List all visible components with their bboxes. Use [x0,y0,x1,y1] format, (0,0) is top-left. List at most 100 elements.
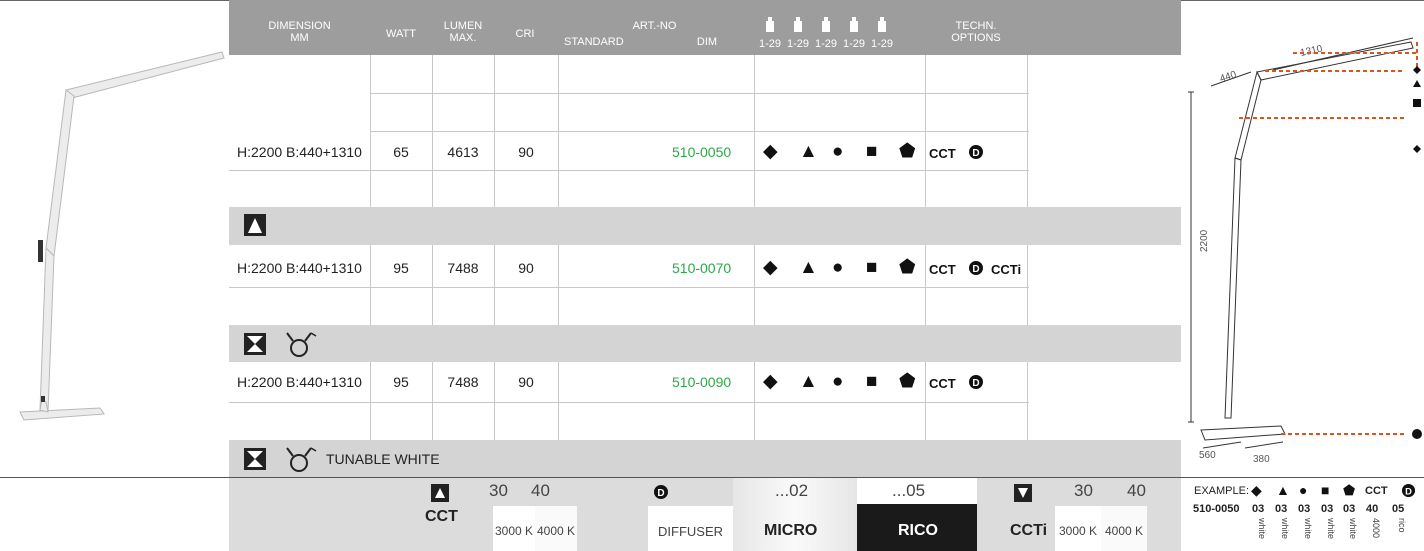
header-techn-label: TECHN. [955,20,997,32]
dim-icon-letter: D [972,148,979,159]
dim-icon: D [654,485,668,499]
band-label-tunable: TUNABLE WHITE [326,451,440,467]
product-lamp-image [19,51,225,421]
example-code-value: 03 [1252,503,1265,515]
row-divider [229,402,1029,403]
example-cct: CCT [1365,485,1388,497]
example-name: white [1257,518,1267,540]
example-label: EXAMPLE: [1194,485,1250,497]
cell-watt: 65 [393,144,409,160]
cell-cri: 90 [518,144,534,160]
ccti-label: CCTi [1010,522,1048,539]
header-lumen: LUMEN MAX. [432,20,494,44]
diamond-icon: ◆ [763,371,778,392]
column-divider [494,245,495,325]
circle-icon: ● [832,257,844,278]
dim-icon-letter: D [972,378,979,389]
cell-watt: 95 [393,374,409,390]
example-name: white [1280,518,1290,540]
cct-4000k: 4000 K [537,524,576,538]
header-dimension-unit: MM [290,32,309,44]
cct-label: CCT [425,508,458,525]
band-row-diffuse [229,207,1181,245]
row-divider [229,287,1029,288]
cell-artno: 510-0070 [672,260,732,276]
dim-icon: D [969,145,983,159]
triangle-icon: ▲ [799,141,818,162]
example-article: 510-0050 [1193,503,1240,515]
diamond-icon: ◆ [763,141,778,162]
spray-can-icon [850,17,858,32]
sensor-icon [286,332,317,357]
sensor-icon [286,447,317,472]
square-icon: ■ [866,371,878,392]
band-row-direct-indirect [229,325,1181,362]
range-label: 1-29 [814,38,838,50]
dim-440: 440 [1219,69,1239,85]
header-standard: STANDARD [564,36,624,48]
ccti-3000k: 3000 K [1059,524,1098,538]
dim-icon-letter: D [657,488,664,499]
column-divider [1027,245,1028,325]
example-code-value: 03 [1298,503,1311,515]
header-cri: CRI [515,28,535,40]
example-code-value: 03 [1321,503,1334,515]
spray-can-icon [822,17,830,32]
cell-artno: 510-0090 [672,374,732,390]
dim-2200: 2200 [1199,229,1210,252]
column-divider [754,245,755,325]
dim-icon: D [1401,483,1416,498]
cell-lumen: 7488 [447,374,479,390]
spray-can-icon [878,17,886,32]
cct-value-40: 40 [531,481,550,500]
diffuser-micro: MICRO [764,522,818,539]
triangle-icon: ▲ [799,371,818,392]
square-icon: ■ [866,141,878,162]
footer-legend: 30 40 CCT 3000 K 4000 K D DIFFUSER ...02… [229,478,1181,551]
cell-lumen: 4613 [447,144,479,160]
cct-value-30: 30 [489,481,508,500]
header-techn: TECHN. OPTIONS [926,20,1026,44]
square-icon: ■ [1321,482,1330,498]
ccti-4000k: 4000 K [1105,524,1144,538]
example-name: white [1303,518,1313,540]
dim-1310: 1310 [1299,43,1323,58]
header-artno: ART.-NO [632,20,677,32]
cell-dimension: H:2200 B:440+1310 [237,260,362,276]
ccti-value-40: 40 [1127,481,1146,500]
column-divider [432,245,433,325]
diffuser-label: DIFFUSER [658,524,723,539]
square-icon: ■ [866,257,878,278]
diamond-icon: ◆ [763,257,778,278]
dim-icon-letter: D [1405,486,1412,496]
header-lumen-label: LUMEN [443,20,483,32]
circle-icon: ● [832,141,844,162]
header-options-label: OPTIONS [951,32,1001,44]
range-label: 1-29 [842,38,866,50]
pentagon-icon: ⬟ [1343,482,1356,498]
example-code-value: 03 [1275,503,1288,515]
pentagon-icon: ⬟ [899,141,916,162]
example-code-value: 40 [1366,503,1379,515]
table-header: DIMENSION MM WATT LUMEN MAX. CRI ART.-NO… [229,0,1181,55]
example-code-value: 03 [1343,503,1356,515]
circle-icon: ● [1299,482,1308,498]
example-name: white [1326,518,1336,540]
diffuser-code-02: ...02 [775,481,809,500]
cell-cri: 90 [518,374,534,390]
column-divider [925,245,926,325]
technical-drawing: 440 1310 2200 560 380 [1188,37,1422,465]
spray-can-icon [766,17,774,32]
example-name: 4000 [1371,518,1381,539]
cell-artno: 510-0050 [672,144,732,160]
triangle-icon: ▲ [1276,482,1290,498]
ccti-icon [1014,484,1032,502]
cct-3000k: 3000 K [495,524,534,538]
dim-380: 380 [1253,454,1270,465]
column-divider [925,362,926,440]
pentagon-icon: ⬟ [899,257,916,278]
row-divider [229,170,1029,171]
direct-indirect-icon [244,333,266,355]
triangle-icon: ▲ [799,257,818,278]
cell-watt: 95 [393,260,409,276]
